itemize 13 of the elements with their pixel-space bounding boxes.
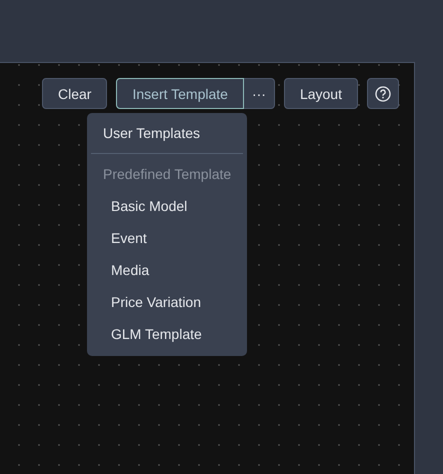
menu-item[interactable]: Media <box>87 254 247 286</box>
menu-item[interactable]: Event <box>87 222 247 254</box>
menu-header: Predefined Template <box>102 165 232 184</box>
help-button[interactable] <box>367 78 399 109</box>
insert-template-button[interactable]: Insert Template <box>116 78 244 109</box>
menu-item[interactable]: GLM Template <box>87 318 247 350</box>
menu-item[interactable]: Price Variation <box>87 286 247 318</box>
more-button[interactable]: ··· <box>244 78 275 109</box>
toolbar-button[interactable]: Layout <box>284 78 358 109</box>
menu-item[interactable]: User Templates <box>87 117 247 149</box>
menu-item[interactable]: Basic Model <box>87 190 247 222</box>
toolbar-button[interactable]: Clear <box>42 78 108 109</box>
help-icon <box>375 86 391 102</box>
